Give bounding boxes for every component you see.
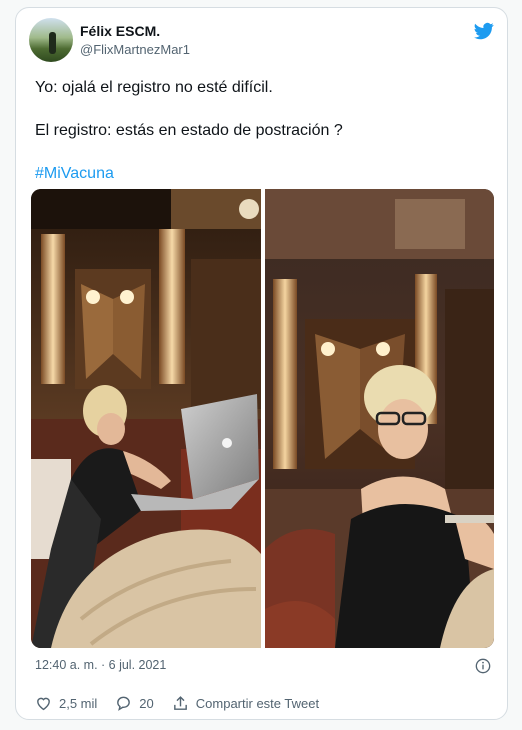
author-name[interactable]: Félix ESCM.	[80, 23, 160, 39]
author-handle[interactable]: @FlixMartnezMar1	[80, 42, 190, 57]
share-icon	[173, 695, 187, 710]
like-button[interactable]: 2,5 mil	[35, 695, 97, 711]
tweet-actions: 2,5 mil 20 Compartir este Tweet	[35, 692, 337, 714]
tweet-text-line-2: El registro: estás en estado de postraci…	[35, 122, 343, 139]
tweet-text-line-1: Yo: ojalá el registro no esté difícil.	[35, 79, 273, 96]
like-count: 2,5 mil	[59, 695, 98, 711]
share-label: Compartir este Tweet	[195, 695, 320, 711]
twitter-bird-icon[interactable]	[473, 21, 495, 41]
avatar[interactable]	[29, 18, 73, 62]
tweet-card: Félix ESCM. @FlixMartnezMar1 Yo: ojalá e…	[15, 7, 508, 720]
photo-left[interactable]	[31, 189, 261, 648]
reply-button[interactable]: 20	[115, 695, 154, 711]
photo-right[interactable]	[265, 189, 494, 648]
reply-icon	[117, 696, 131, 711]
heart-icon	[37, 697, 50, 711]
hashtag-link[interactable]: #MiVacuna	[35, 164, 114, 184]
tweet-media[interactable]	[31, 189, 494, 648]
share-button[interactable]: Compartir este Tweet	[172, 695, 319, 712]
tweet-timestamp[interactable]: 12:40 a. m. · 6 jul. 2021	[35, 658, 166, 672]
reply-count: 20	[139, 695, 154, 711]
info-icon[interactable]	[475, 658, 491, 674]
